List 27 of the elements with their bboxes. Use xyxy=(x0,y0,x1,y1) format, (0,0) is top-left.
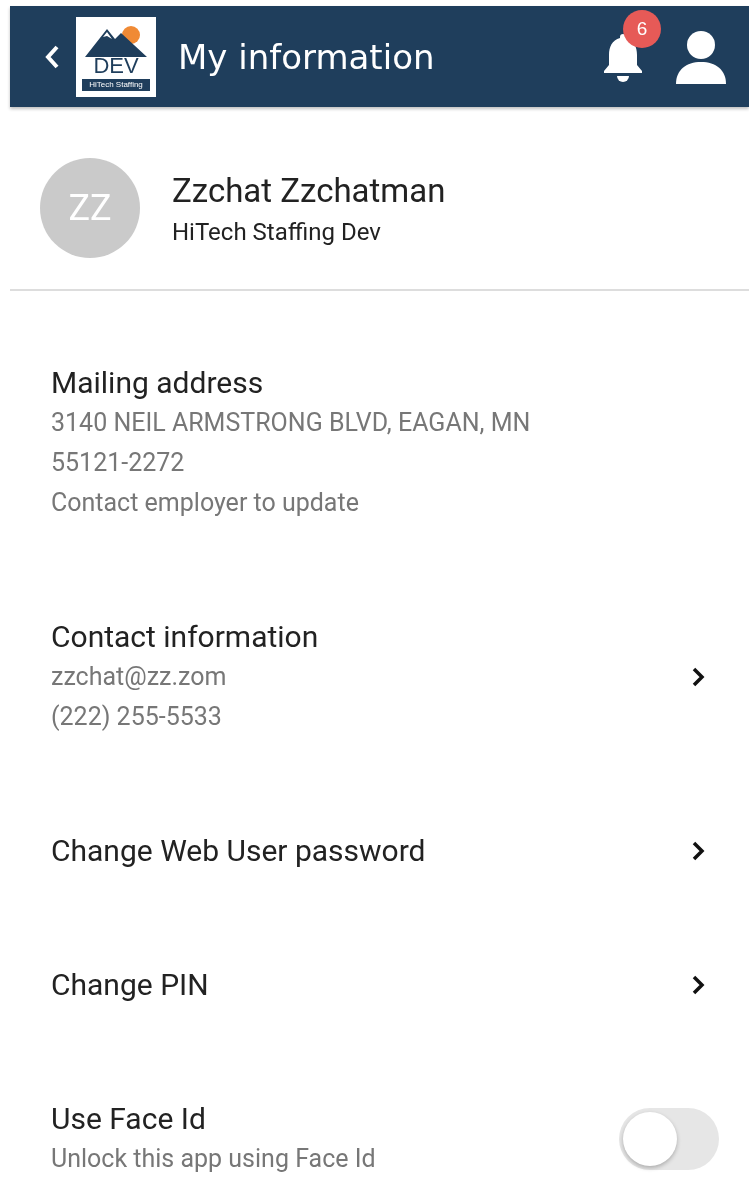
item-title[interactable]: Contact information xyxy=(51,617,691,657)
chevron-button[interactable] xyxy=(691,666,705,688)
chevron-icon xyxy=(691,974,705,996)
chevron-button[interactable] xyxy=(691,974,705,996)
item-detail: Contact employer to update xyxy=(51,487,360,519)
profile-button[interactable] xyxy=(675,29,727,84)
back-button[interactable] xyxy=(44,43,60,70)
chevron-icon xyxy=(691,840,705,862)
chevron-icon xyxy=(691,666,705,688)
chevron-button[interactable] xyxy=(691,840,705,862)
user-icon xyxy=(675,29,727,84)
item-title[interactable]: Change PIN xyxy=(51,965,691,1005)
user-name: Zzchat Zzchatman xyxy=(172,170,446,210)
item-detail: Unlock this app using Face Id xyxy=(51,1143,377,1175)
item-detail: (222) 255-5533 xyxy=(51,701,223,733)
company-name: HiTech Staffing Dev xyxy=(172,217,382,246)
item-detail: zzchat@zz.zom xyxy=(51,661,228,693)
back-icon xyxy=(44,43,60,70)
notifications-button[interactable]: 6 xyxy=(601,9,661,82)
logo-text: DEV xyxy=(93,54,139,77)
item-title: Use Face Id xyxy=(51,1100,207,1138)
item-detail: 3140 NEIL ARMSTRONG BLVD, EAGAN, MN 55121-2272 xyxy=(51,407,532,479)
notification-count: 6 xyxy=(623,9,661,48)
page-title: My information xyxy=(178,36,436,77)
item-title[interactable]: Change Web User password xyxy=(51,831,691,871)
logo-tagline: HiTech Staffing xyxy=(82,78,150,91)
item-title: Mailing address xyxy=(51,364,265,402)
